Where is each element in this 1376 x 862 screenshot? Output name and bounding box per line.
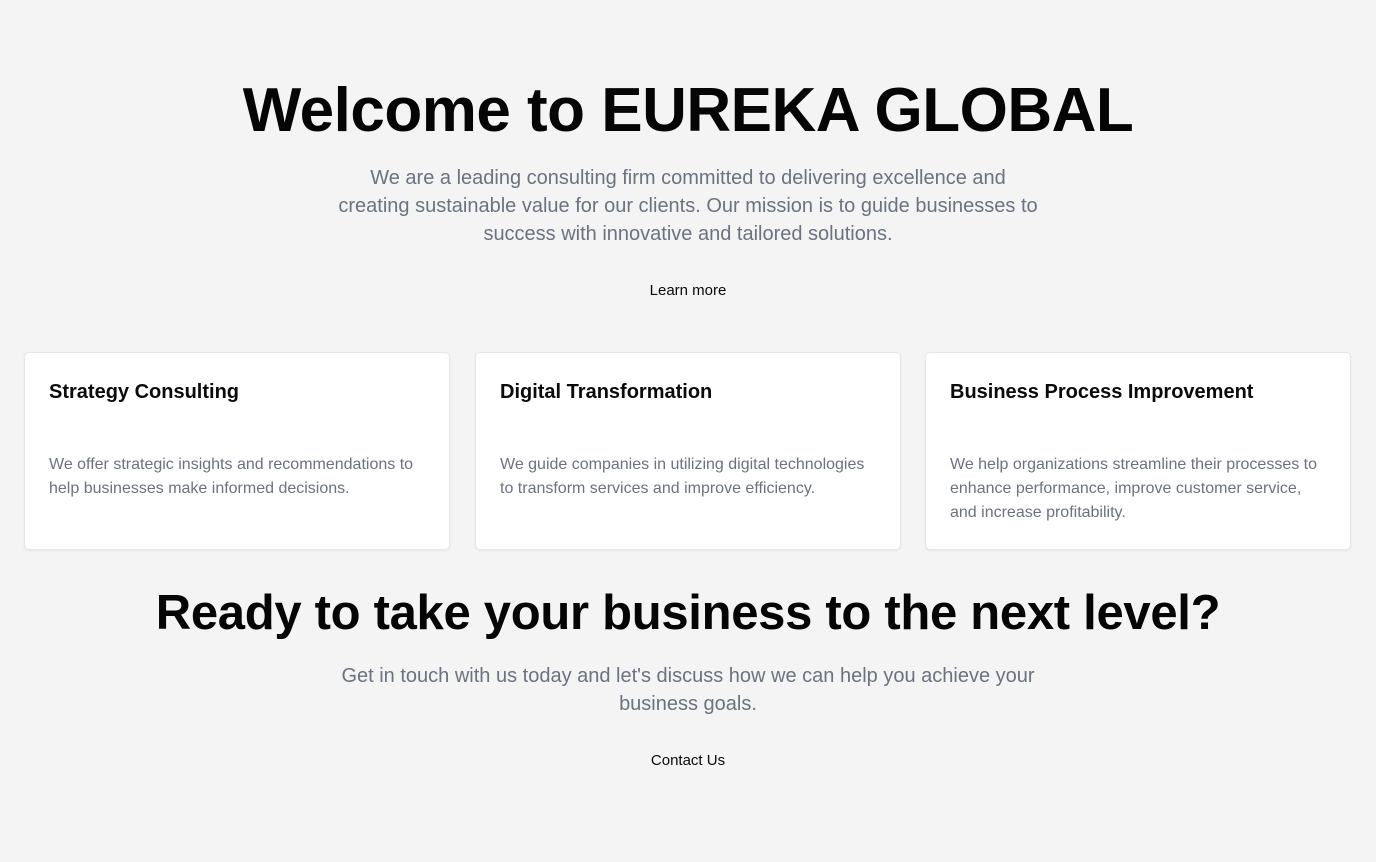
service-card-description: We guide companies in utilizing digital …	[500, 456, 865, 497]
service-card-title: Digital Transformation	[500, 381, 713, 403]
landing-page: Welcome to EUREKA GLOBAL We are a leadin…	[0, 0, 1376, 862]
service-card-business-process-improvement: Business Process Improvement We help org…	[925, 352, 1351, 550]
service-card-digital-transformation: Digital Transformation We guide companie…	[475, 352, 901, 550]
cta-description: Get in touch with us today and let's dis…	[341, 665, 1035, 715]
hero-title: Welcome to EUREKA GLOBAL	[242, 76, 1134, 145]
hero-description: We are a leading consulting firm committ…	[338, 167, 1038, 245]
service-card-title: Business Process Improvement	[950, 381, 1254, 403]
services-section: Strategy Consulting We offer strategic i…	[24, 352, 1352, 550]
service-card-title: Strategy Consulting	[49, 381, 240, 403]
cta-title: Ready to take your business to the next …	[155, 586, 1221, 640]
service-card-description: We help organizations streamline their p…	[950, 456, 1317, 521]
service-card-strategy-consulting: Strategy Consulting We offer strategic i…	[24, 352, 450, 550]
service-card-description: We offer strategic insights and recommen…	[49, 456, 414, 497]
contact-us-button[interactable]: Contact Us	[588, 747, 788, 775]
learn-more-button[interactable]: Learn more	[588, 277, 788, 305]
